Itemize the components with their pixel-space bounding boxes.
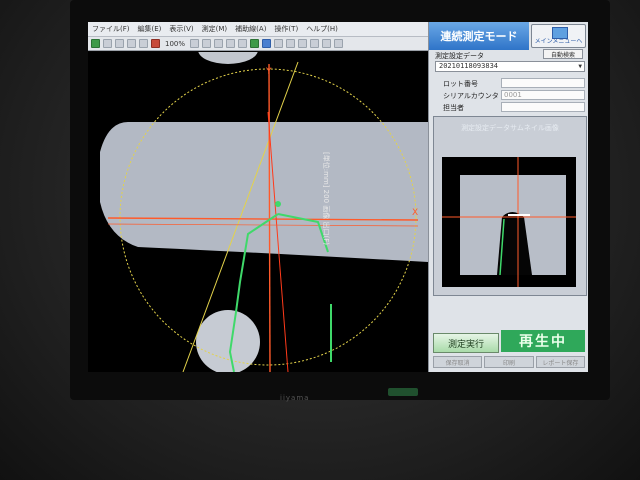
report-save-button[interactable]: レポート保存 [535,356,585,368]
line-tool-icon[interactable] [238,39,248,48]
crosshair-tool-icon[interactable] [286,39,296,48]
data-select[interactable]: 20210118093834 ▼ [435,61,585,72]
measurement-view: Y X [単位:mm] 200 画像 出口(F) [100,52,428,372]
chevron-down-icon: ▼ [578,63,582,70]
run-measurement-button[interactable]: 測定実行 [433,333,499,353]
arrow-tool-icon[interactable] [274,39,284,48]
measure-tool-icon[interactable] [214,39,224,48]
application-window: ファイル(F) 編集(E) 表示(V) 測定(M) 補助線(A) 操作(T) ヘ… [88,22,588,372]
measurement-point-top [275,201,281,207]
zoom-out-icon[interactable] [202,39,212,48]
grid-icon[interactable] [334,39,344,48]
lot-label: ロット番号 [443,80,478,88]
cancel-save-button[interactable]: 保存取消 [433,356,483,368]
toolbar: 100% [88,37,428,51]
serial-field[interactable]: 0001 [501,90,585,100]
x-axis-label: X [412,208,418,218]
overlay-text: [単位:mm] 200 画像 出口(F) [322,152,331,245]
redo-icon[interactable] [139,39,148,48]
status-badge[interactable]: 再生中 [501,330,585,352]
angle-tool-icon[interactable] [226,39,236,48]
zoom-in-icon[interactable] [190,39,200,48]
menu-operation[interactable]: 操作(T) [270,24,302,34]
menu-measure[interactable]: 測定(M) [198,24,232,34]
auto-search-button[interactable]: 自動検索 [543,49,583,59]
measurement-canvas[interactable]: Y X [単位:mm] 200 画像 出口(F) [88,52,428,372]
workpiece-round [196,310,260,372]
power-led [388,388,418,396]
right-panel: 連続測定モード メインメニューへ 測定設定データ 自動検索 2021011809… [428,22,588,372]
lot-field[interactable] [501,78,585,88]
home-icon [552,27,568,39]
circle-tool-icon[interactable] [310,39,320,48]
undo-icon[interactable] [127,39,136,48]
menu-view[interactable]: 表示(V) [165,24,197,34]
open-icon[interactable] [91,39,100,48]
y-axis-line [268,63,271,372]
thumbnail-title: 測定設定データサムネイル画像 [461,124,559,132]
gear-icon[interactable] [298,39,308,48]
data-label: 測定設定データ [435,52,484,60]
menu-edit[interactable]: 編集(E) [134,24,166,34]
delete-icon[interactable] [151,39,160,48]
color-tool-icon[interactable] [250,39,260,48]
save-icon[interactable] [103,39,112,48]
zoom-level[interactable]: 100% [165,40,185,48]
workpiece-body [100,122,428,262]
print-button[interactable]: 印刷 [484,356,534,368]
print-icon[interactable] [115,39,124,48]
operator-field[interactable] [501,102,585,112]
operator-label: 担当者 [443,104,464,112]
line-width-icon[interactable] [322,39,332,48]
serial-label: シリアルカウンタ [443,92,499,100]
thumbnail-image [442,157,576,287]
main-menu-button[interactable]: メインメニューへ [531,24,586,48]
thumbnail-drawing [442,157,576,287]
menu-help[interactable]: ヘルプ(H) [302,24,342,34]
bottom-button-group: 保存取消 印刷 レポート保存 [433,356,585,368]
y-axis-label: Y [265,67,272,77]
workpiece-top-blob [198,52,258,64]
menu-bar: ファイル(F) 編集(E) 表示(V) 測定(M) 補助線(A) 操作(T) ヘ… [88,22,428,37]
menu-file[interactable]: ファイル(F) [88,24,134,34]
menu-guide[interactable]: 補助線(A) [231,24,270,34]
select-tool-icon[interactable] [262,39,272,48]
thumbnail-panel: 測定設定データサムネイル画像 [433,116,587,296]
monitor-brand: iiyama [280,394,310,402]
mode-title: 連続測定モード [429,22,529,50]
